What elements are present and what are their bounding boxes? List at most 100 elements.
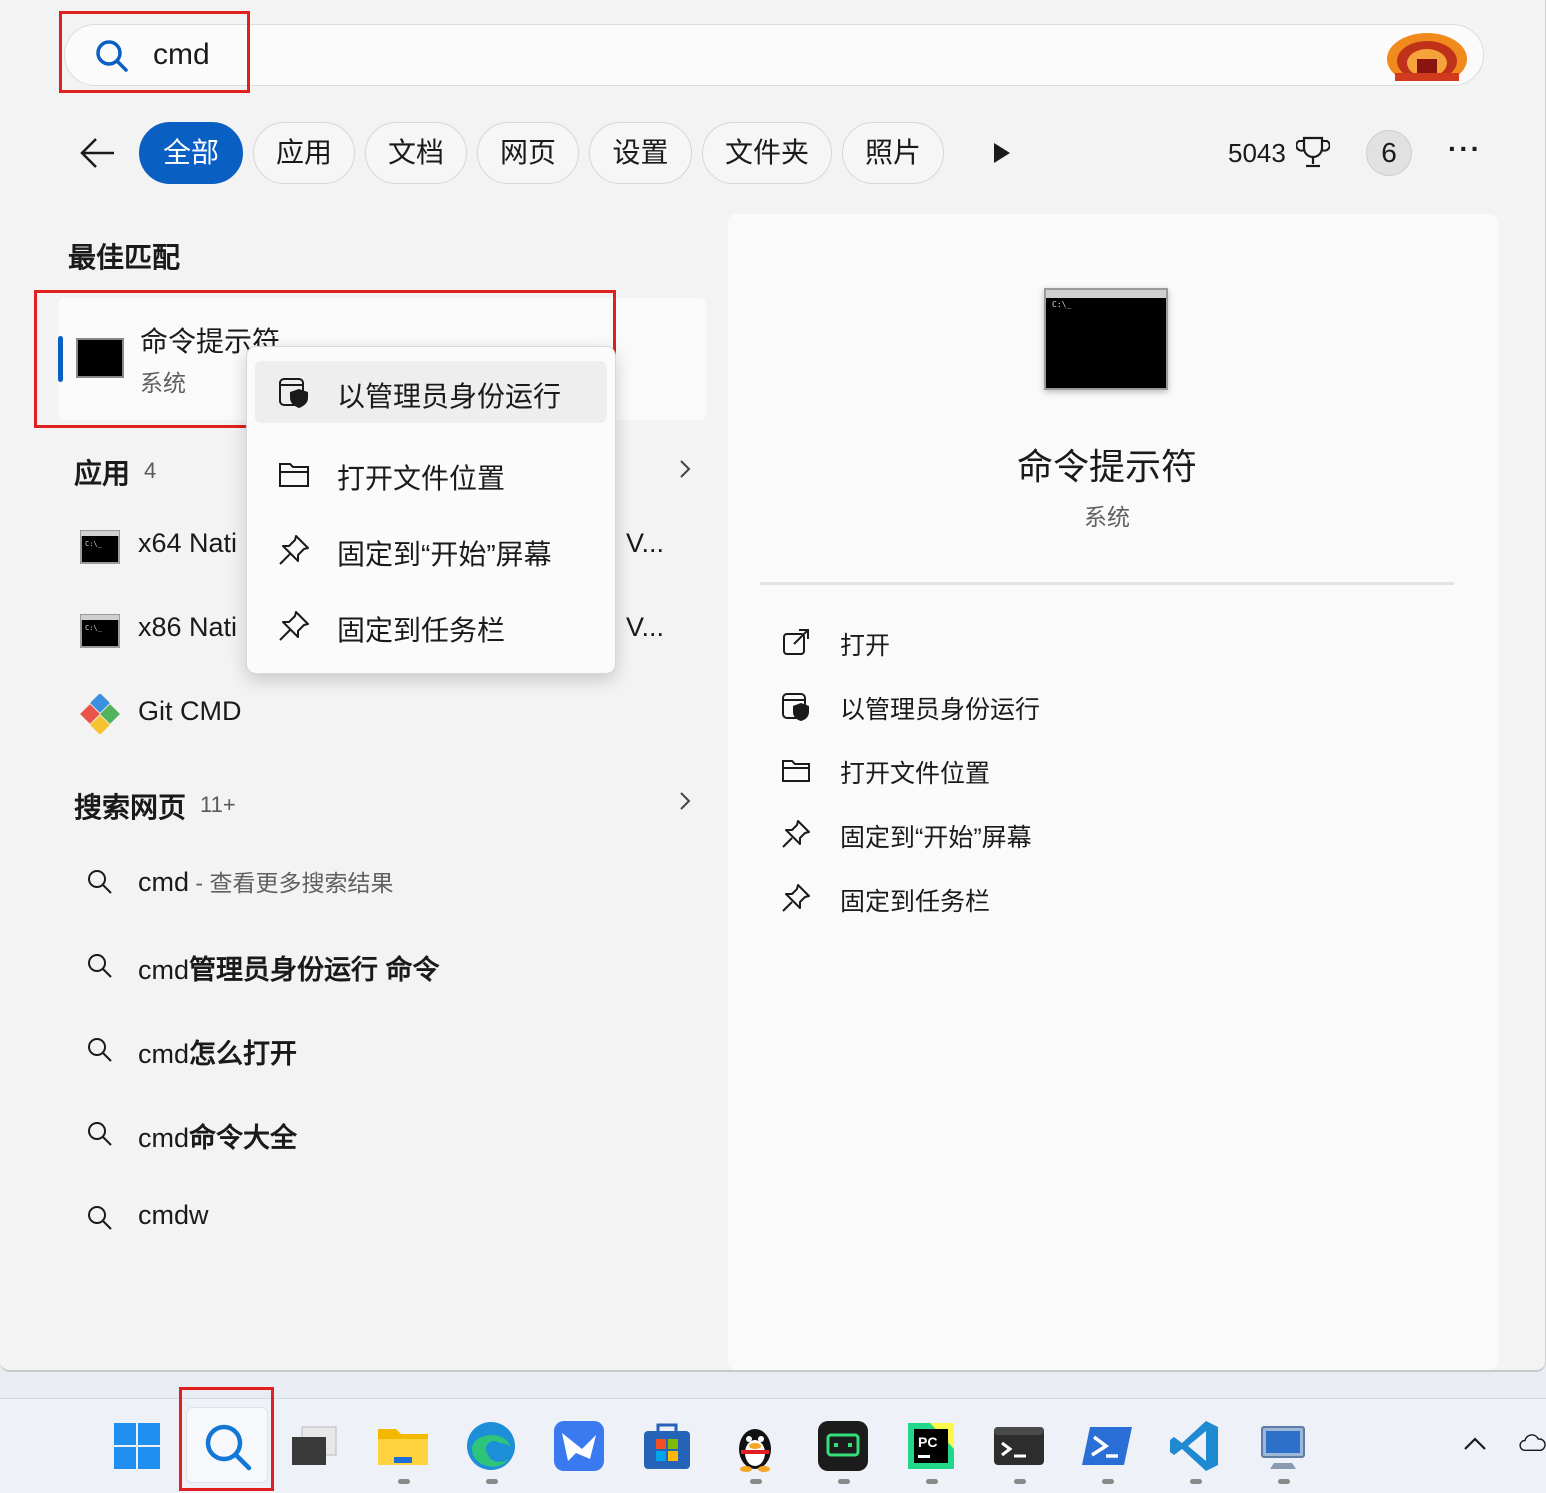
running-indicator bbox=[1102, 1479, 1114, 1484]
tab-settings[interactable]: 设置 bbox=[589, 122, 692, 184]
tab-web[interactable]: 网页 bbox=[477, 122, 579, 184]
search-icon bbox=[96, 40, 128, 72]
list-item[interactable]: Git CMD bbox=[76, 692, 676, 742]
running-indicator bbox=[1190, 1479, 1202, 1484]
menu-item-pin-to-start[interactable]: 固定到“开始”屏幕 bbox=[255, 519, 607, 581]
show-hidden-icons-chevron-icon[interactable] bbox=[1462, 1433, 1488, 1455]
rewards-score[interactable]: 5043 bbox=[1228, 138, 1286, 169]
cloud-icon[interactable] bbox=[1518, 1429, 1546, 1459]
web-search-heading[interactable]: 搜索网页 bbox=[74, 786, 186, 826]
open-external-icon bbox=[783, 629, 809, 655]
web-result-suggestion: 怎么打开 bbox=[189, 1039, 298, 1069]
app-button[interactable] bbox=[816, 1419, 870, 1484]
folder-icon bbox=[782, 760, 810, 782]
chevron-right-icon[interactable] bbox=[674, 790, 696, 812]
web-search-count: 11+ bbox=[200, 792, 236, 817]
taskbar: PC bbox=[0, 1387, 1546, 1493]
feishu-button[interactable] bbox=[552, 1419, 606, 1473]
terminal-button[interactable] bbox=[992, 1419, 1046, 1484]
action-label: 以管理员身份运行 bbox=[840, 696, 1041, 724]
tab-photos[interactable]: 照片 bbox=[842, 122, 944, 184]
web-result-query: cmd bbox=[138, 867, 190, 897]
action-run-as-admin[interactable]: 以管理员身份运行 bbox=[780, 684, 1080, 730]
powershell-button[interactable] bbox=[1080, 1419, 1134, 1484]
pycharm-button[interactable]: PC bbox=[904, 1419, 958, 1484]
web-result-label: cmdw bbox=[138, 1200, 209, 1231]
context-menu: 以管理员身份运行 打开文件位置 固定到“开始”屏幕 固定到任务栏 bbox=[246, 346, 616, 674]
web-result[interactable]: cmd管理员身份运行 命令 bbox=[76, 942, 676, 992]
search-panel: 全部 应用 文档 网页 设置 文件夹 照片 5043 6 ··· 最佳匹配 命令… bbox=[0, 0, 1546, 1372]
search-box[interactable] bbox=[64, 24, 1484, 86]
menu-item-open-file-location[interactable]: 打开文件位置 bbox=[255, 443, 607, 505]
web-result[interactable]: cmdw bbox=[76, 1194, 676, 1244]
web-result[interactable]: cmd命令大全 bbox=[76, 1110, 676, 1160]
menu-item-label: 打开文件位置 bbox=[337, 463, 506, 494]
admin-shield-icon bbox=[782, 693, 809, 721]
back-arrow-icon[interactable] bbox=[76, 132, 118, 174]
running-indicator bbox=[1278, 1479, 1290, 1484]
vscode-icon bbox=[1170, 1421, 1218, 1471]
search-highlight-icon[interactable] bbox=[1385, 29, 1469, 81]
remote-desktop-button[interactable] bbox=[1256, 1419, 1310, 1484]
action-label: 固定到任务栏 bbox=[840, 888, 991, 916]
more-options-button[interactable]: ··· bbox=[1448, 134, 1484, 170]
action-open-file-location[interactable]: 打开文件位置 bbox=[780, 748, 1080, 794]
action-label: 打开文件位置 bbox=[840, 760, 991, 788]
tab-documents[interactable]: 文档 bbox=[365, 122, 467, 184]
best-match-heading: 最佳匹配 bbox=[68, 242, 181, 273]
store-button[interactable] bbox=[640, 1419, 694, 1473]
web-result-label: cmd - 查看更多搜索结果 bbox=[138, 864, 393, 898]
prompt-text: C:\_ bbox=[1052, 300, 1072, 309]
tab-folders[interactable]: 文件夹 bbox=[702, 122, 832, 184]
tab-apps[interactable]: 应用 bbox=[253, 122, 355, 184]
svg-text:PC: PC bbox=[918, 1434, 937, 1450]
apps-heading[interactable]: 应用 bbox=[74, 452, 130, 492]
edge-button[interactable] bbox=[464, 1419, 518, 1484]
remote-desktop-icon bbox=[1261, 1426, 1305, 1469]
more-filters-play-icon[interactable] bbox=[988, 140, 1014, 166]
task-view-button[interactable] bbox=[288, 1419, 342, 1473]
web-result-suffix: - 查看更多搜索结果 bbox=[189, 870, 394, 896]
file-explorer-button[interactable] bbox=[376, 1419, 430, 1484]
running-indicator bbox=[838, 1479, 850, 1484]
svg-text:C:\_: C:\_ bbox=[85, 540, 103, 548]
search-icon bbox=[88, 870, 112, 894]
menu-item-pin-to-taskbar[interactable]: 固定到任务栏 bbox=[255, 595, 607, 657]
action-label: 固定到“开始”屏幕 bbox=[840, 824, 1032, 852]
trophy-icon[interactable] bbox=[1296, 134, 1330, 170]
tab-all[interactable]: 全部 bbox=[139, 122, 243, 184]
details-subtitle: 系统 bbox=[1084, 504, 1130, 530]
notification-badge[interactable]: 6 bbox=[1366, 130, 1412, 176]
web-result-suggestion: 命令大全 bbox=[189, 1123, 298, 1153]
pin-icon bbox=[782, 884, 810, 912]
start-button[interactable] bbox=[110, 1419, 164, 1473]
action-open[interactable]: 打开 bbox=[780, 620, 1080, 666]
git-cmd-icon bbox=[80, 694, 120, 734]
action-label: 打开 bbox=[840, 632, 891, 660]
pin-icon bbox=[279, 535, 309, 565]
app-label: Git CMD bbox=[138, 696, 242, 726]
web-result[interactable]: cmd - 查看更多搜索结果 bbox=[76, 858, 676, 908]
menu-item-run-as-admin[interactable]: 以管理员身份运行 bbox=[255, 361, 607, 423]
vscode-button[interactable] bbox=[1168, 1419, 1222, 1484]
svg-text:C:\_: C:\_ bbox=[85, 624, 103, 632]
web-result[interactable]: cmd怎么打开 bbox=[76, 1026, 676, 1076]
web-result-label: cmd管理员身份运行 命令 bbox=[138, 948, 440, 987]
action-pin-to-taskbar[interactable]: 固定到任务栏 bbox=[780, 876, 1080, 922]
chevron-right-icon[interactable] bbox=[674, 458, 696, 480]
cmd-large-icon: C:\_ bbox=[1044, 288, 1168, 390]
app-label: x64 Nati bbox=[138, 528, 238, 558]
details-pane: C:\_ 命令提示符 系统 打开 以管理员身份运行 打开文件位置 固定到“开始”… bbox=[728, 214, 1498, 1370]
qq-icon bbox=[739, 1429, 771, 1472]
web-result-query: cmd bbox=[138, 1123, 190, 1153]
window-titlebar bbox=[1046, 290, 1166, 298]
feishu-icon bbox=[554, 1421, 604, 1471]
action-pin-to-start[interactable]: 固定到“开始”屏幕 bbox=[780, 812, 1080, 858]
taskbar-search-button[interactable] bbox=[186, 1407, 268, 1483]
divider bbox=[760, 582, 1454, 585]
admin-shield-icon bbox=[279, 378, 308, 408]
running-indicator bbox=[486, 1479, 498, 1484]
qq-button[interactable] bbox=[728, 1419, 782, 1484]
search-input[interactable] bbox=[153, 35, 1053, 75]
store-icon bbox=[644, 1423, 690, 1469]
